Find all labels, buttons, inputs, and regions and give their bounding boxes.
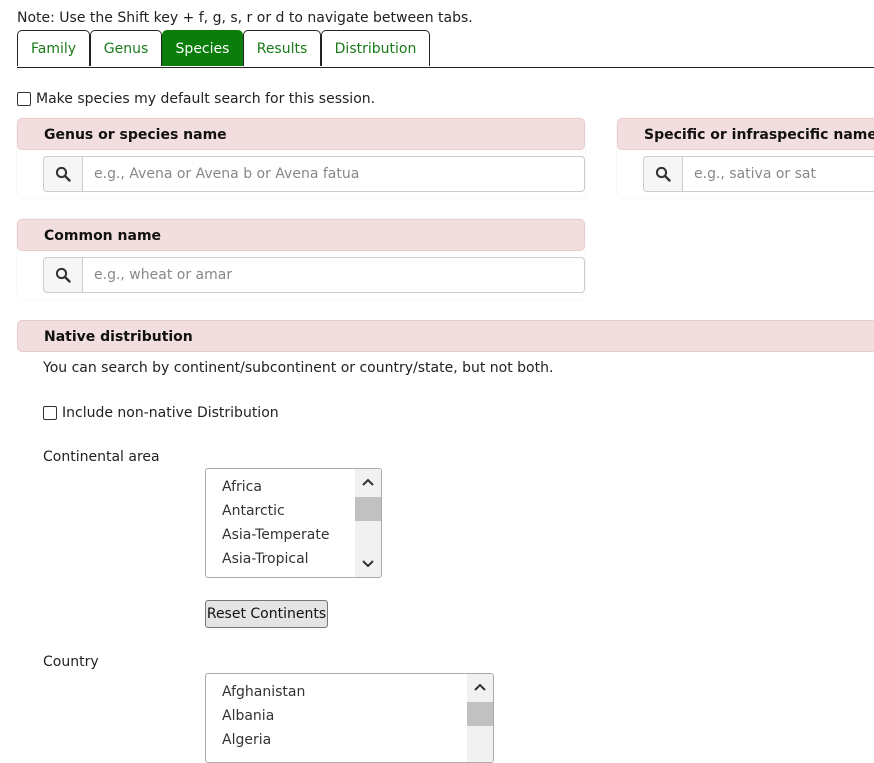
include-non-native-row: Include non-native Distribution [43, 405, 279, 421]
tab-species[interactable]: Species [162, 30, 243, 66]
distribution-help-text: You can search by continent/subcontinent… [43, 360, 554, 376]
genus-species-heading: Genus or species name [17, 118, 585, 150]
specific-name-heading: Specific or infraspecific name [617, 118, 874, 150]
search-tabs: Family Genus Species Results Distributio… [17, 30, 874, 68]
common-name-search-group: e.g., wheat or amar [43, 257, 585, 293]
common-name-panel: Common name e.g., wheat or amar [17, 219, 585, 299]
default-search-row: Make species my default search for this … [17, 91, 375, 107]
include-non-native-checkbox[interactable] [43, 406, 57, 420]
tab-navigation-note: Note: Use the Shift key + f, g, s, r or … [17, 10, 473, 26]
scroll-up-arrow[interactable] [355, 471, 381, 493]
scroll-thumb[interactable] [467, 702, 493, 726]
include-non-native-label: Include non-native Distribution [62, 405, 279, 421]
specific-name-panel: Specific or infraspecific name e.g., sat… [617, 118, 874, 198]
continent-scrollbar[interactable] [355, 469, 381, 577]
continent-option[interactable]: Asia-Temperate [222, 527, 329, 543]
continental-area-label: Continental area [43, 449, 160, 465]
continent-option[interactable]: Asia-Tropical [222, 551, 309, 567]
country-option[interactable]: Albania [222, 708, 274, 724]
specific-name-input[interactable]: e.g., sativa or sat [683, 156, 874, 192]
common-name-heading: Common name [17, 219, 585, 251]
continent-option[interactable]: Antarctic [222, 503, 285, 519]
search-icon [655, 166, 671, 182]
country-option[interactable]: Algeria [222, 732, 271, 748]
country-option[interactable]: Afghanistan [222, 684, 305, 700]
default-search-checkbox[interactable] [17, 92, 31, 106]
continental-area-listbox[interactable]: Africa Antarctic Asia-Temperate Asia-Tro… [205, 468, 382, 578]
default-search-label: Make species my default search for this … [36, 91, 376, 107]
native-distribution-heading: Native distribution [17, 320, 874, 352]
tab-distribution[interactable]: Distribution [321, 30, 430, 66]
genus-species-panel: Genus or species name e.g., Avena or Ave… [17, 118, 585, 198]
search-icon [55, 166, 71, 182]
genus-species-search-group: e.g., Avena or Avena b or Avena fatua [43, 156, 585, 192]
genus-species-input[interactable]: e.g., Avena or Avena b or Avena fatua [83, 156, 585, 192]
scroll-down-arrow[interactable] [355, 553, 381, 575]
chevron-up-icon [362, 478, 374, 486]
specific-name-search-group: e.g., sativa or sat [643, 156, 874, 192]
common-name-input[interactable]: e.g., wheat or amar [83, 257, 585, 293]
continent-option[interactable]: Africa [222, 479, 262, 495]
genus-search-button[interactable] [43, 156, 83, 192]
chevron-down-icon [362, 560, 374, 568]
country-listbox[interactable]: Afghanistan Albania Algeria [205, 673, 494, 763]
specific-search-button[interactable] [643, 156, 683, 192]
country-label: Country [43, 654, 99, 670]
scroll-up-arrow[interactable] [467, 676, 493, 698]
common-search-button[interactable] [43, 257, 83, 293]
country-scrollbar[interactable] [467, 674, 493, 762]
scroll-thumb[interactable] [355, 497, 381, 521]
search-icon [55, 267, 71, 283]
tab-results[interactable]: Results [243, 30, 321, 66]
chevron-up-icon [474, 683, 486, 691]
reset-continents-button[interactable]: Reset Continents [205, 600, 328, 628]
tab-family[interactable]: Family [17, 30, 90, 66]
tab-genus[interactable]: Genus [90, 30, 162, 66]
